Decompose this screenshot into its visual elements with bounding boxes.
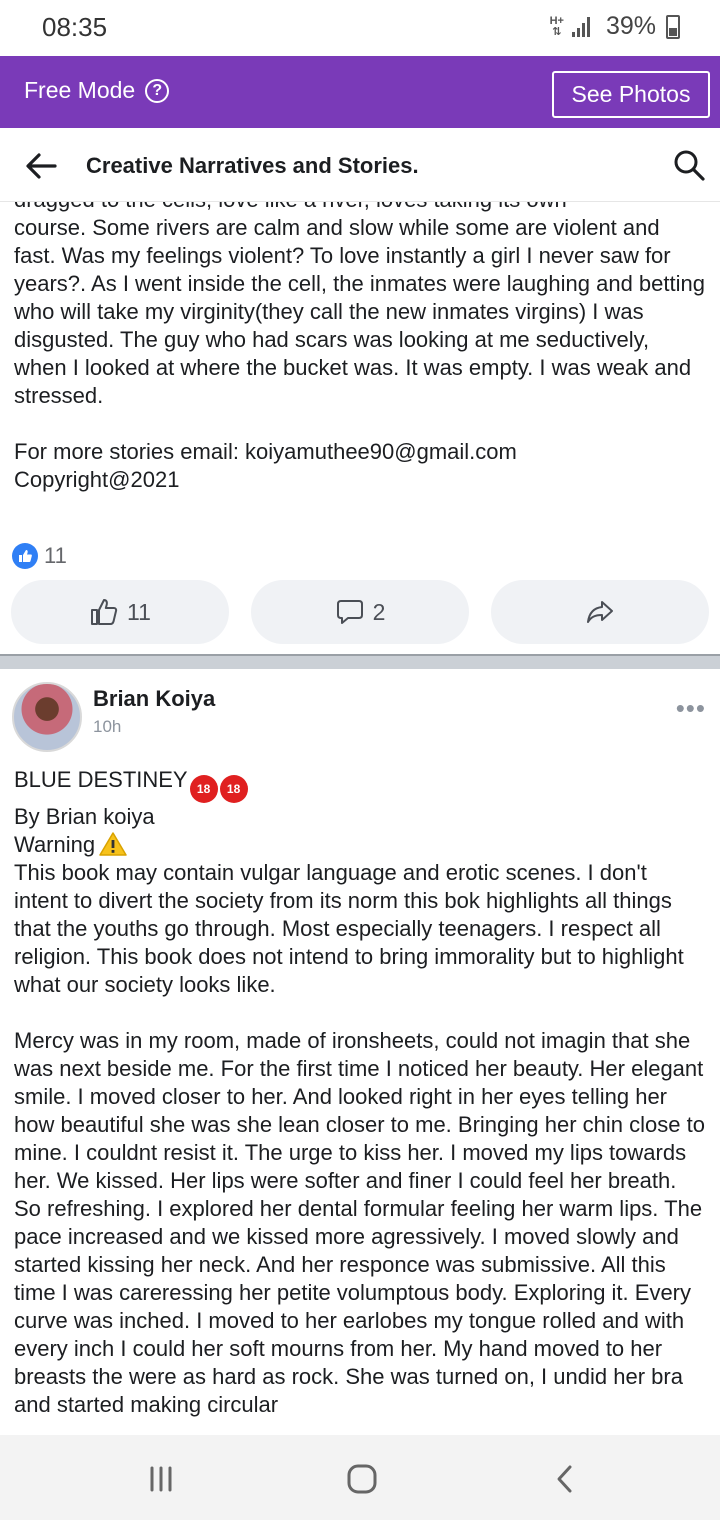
more-options-icon[interactable]: ••• [676,693,706,724]
post-body: course. Some rivers are calm and slow wh… [14,215,705,492]
post-divider [0,654,720,669]
post-text-partial-line: dragged to the cells, love like a river,… [0,202,720,214]
free-mode-bar: Free Mode ? See Photos [0,56,720,128]
data-arrows-icon: ⇅ [552,25,562,38]
status-bar: 08:35 H+ ⇅ 39% [0,0,720,56]
comment-button[interactable]: 2 [251,580,469,644]
post-byline: By Brian koiya [14,804,155,829]
reaction-summary[interactable]: 11 [12,543,67,569]
post-paragraph: Mercy was in my room, made of ironsheets… [14,1028,712,1417]
share-icon [587,601,613,623]
thumbs-up-icon [91,599,118,625]
post-timestamp[interactable]: 10h [93,717,121,737]
author-name[interactable]: Brian Koiya [93,686,215,712]
no-under-18-icon: 18 [189,775,218,803]
no-under-18-icon: 18 [219,775,248,803]
comment-count: 2 [372,598,386,625]
like-reaction-icon [12,543,38,569]
help-icon[interactable]: ? [145,78,170,103]
post-actions: 11 2 [0,580,720,644]
battery-percent: 39% [605,12,656,40]
feed[interactable]: dragged to the cells, love like a river,… [0,202,720,1435]
page-title: Creative Narratives and Stories. [86,153,419,178]
network-type-icon: H+ ⇅ [549,14,564,38]
search-icon[interactable] [672,148,706,182]
avatar[interactable] [12,682,82,752]
post-content: BLUE DESTINEY 18 18 By Brian koiya Warning… [0,766,720,1419]
page-header: Creative Narratives and Stories. [0,128,720,202]
see-photos-button[interactable]: See Photos [552,71,710,118]
post-title: BLUE DESTINEY [14,767,188,792]
free-mode-text: Free Mode [24,77,136,103]
home-icon[interactable] [342,1459,382,1499]
reaction-count: 11 [44,543,67,568]
signal-icon [571,16,590,37]
status-time: 08:35 [42,12,108,42]
warning-line: Warning [0,831,720,859]
like-count: 11 [127,598,151,625]
status-indicators: H+ ⇅ 39% [550,12,680,41]
free-mode-label[interactable]: Free Mode ? [24,77,170,104]
warning-text: Warning [14,832,96,857]
warning-icon [99,832,127,856]
post-header: Brian Koiya 10h ••• [0,669,720,759]
system-nav-bar [0,1435,720,1520]
comment-icon [336,600,363,624]
back-arrow-icon[interactable] [24,149,58,183]
recent-apps-icon[interactable] [141,1459,181,1499]
like-button[interactable]: 11 [11,580,229,644]
back-nav-icon[interactable] [545,1459,585,1499]
post-paragraph: This book may contain vulgar language an… [14,860,690,997]
network-type-label: H+ [549,14,564,27]
post-title-line: BLUE DESTINEY 18 18 [0,766,720,803]
share-button[interactable] [491,580,709,644]
battery-icon [666,14,680,39]
